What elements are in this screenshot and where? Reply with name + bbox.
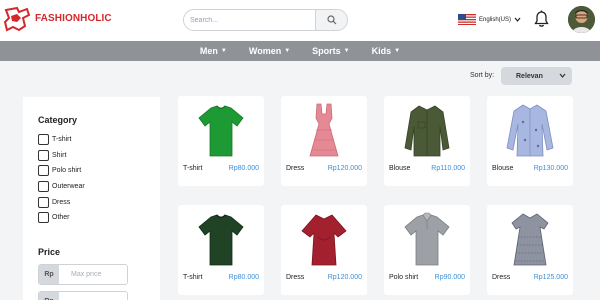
- checkbox[interactable]: [38, 196, 49, 208]
- product-card[interactable]: T-shirt Rp80.000: [178, 96, 264, 186]
- category-option[interactable]: T-shirt: [38, 133, 71, 145]
- product-price: Rp80.000: [228, 274, 259, 281]
- price-field: Rp: [38, 291, 128, 300]
- currency-prefix: Rp: [39, 292, 59, 300]
- checkbox[interactable]: [38, 164, 49, 176]
- olive-blouse-image: [404, 105, 450, 157]
- search-input[interactable]: [190, 13, 315, 27]
- product-price: Rp110.000: [431, 165, 465, 172]
- product-name: T-shirt: [183, 274, 203, 281]
- top-header: FASHIONHOLIC English(US): [0, 0, 600, 41]
- product-name: T-shirt: [183, 165, 203, 172]
- nav-item-sports[interactable]: Sports ▼: [301, 41, 360, 61]
- avatar-photo: [568, 6, 595, 33]
- product-name: Blouse: [389, 165, 411, 172]
- caret-down-icon: ▼: [220, 48, 227, 54]
- product-card[interactable]: Blouse Rp110.000: [384, 96, 470, 186]
- nav-item-women[interactable]: Women ▼: [238, 41, 301, 61]
- product-name: Dress: [492, 274, 511, 281]
- product-price: Rp125.000: [533, 274, 568, 281]
- product-card[interactable]: Dress Rp120.000: [281, 205, 367, 295]
- category-title: Category: [38, 115, 78, 125]
- green-tshirt-image: [198, 105, 244, 157]
- category-option[interactable]: Polo shirt: [38, 164, 81, 176]
- product-card[interactable]: T-shirt Rp80.000: [178, 205, 264, 295]
- blue-blouse-image: [506, 104, 554, 157]
- product-price: Rp120.000: [327, 274, 362, 281]
- caret-down-icon: ▼: [343, 48, 350, 54]
- category-option[interactable]: Shirt: [38, 149, 66, 161]
- product-price: Rp80.000: [228, 165, 259, 172]
- checkbox[interactable]: [38, 133, 49, 145]
- product-name: Dress: [286, 274, 305, 281]
- category-option[interactable]: Outerwear: [38, 180, 85, 192]
- product-name: Blouse: [492, 165, 514, 172]
- chevron-down-icon: [559, 73, 566, 78]
- us-flag-icon: [458, 14, 476, 25]
- search-icon: [326, 15, 336, 25]
- search-button[interactable]: [315, 10, 347, 30]
- pink-dress-image: [309, 103, 339, 157]
- patterned-dress-image: [511, 213, 549, 266]
- filter-sidebar: Category T-shirt Shirt Polo shirt Outerw…: [23, 97, 160, 300]
- grey-polo-image: [404, 212, 450, 266]
- dark-green-tshirt-image: [198, 214, 244, 266]
- product-price: Rp130.000: [533, 165, 568, 172]
- checkbox[interactable]: [38, 180, 49, 192]
- search-bar: [183, 9, 348, 31]
- product-card[interactable]: Polo shirt Rp90.000: [384, 205, 470, 295]
- language-label: English(US): [479, 16, 512, 23]
- product-price: Rp120.000: [327, 165, 362, 172]
- sort-value: Relevan: [516, 72, 543, 80]
- bell-icon[interactable]: [534, 10, 549, 28]
- product-name: Dress: [286, 165, 305, 172]
- red-dress-image: [301, 214, 347, 266]
- sort-label: Sort by:: [470, 72, 495, 79]
- product-card[interactable]: Dress Rp125.000: [487, 205, 573, 295]
- price-title: Price: [38, 247, 61, 257]
- caret-down-icon: ▼: [394, 48, 401, 54]
- user-avatar[interactable]: [568, 6, 595, 33]
- brand-logo-icon[interactable]: [3, 6, 31, 32]
- checkbox[interactable]: [38, 211, 49, 223]
- product-card[interactable]: Dress Rp120.000: [281, 96, 367, 186]
- product-card[interactable]: Blouse Rp130.000: [487, 96, 573, 186]
- max-price-input[interactable]: [59, 265, 127, 284]
- product-price: Rp90.000: [434, 274, 465, 281]
- max-price-field: Rp: [38, 264, 128, 285]
- nav-item-men[interactable]: Men ▼: [189, 41, 238, 61]
- checkbox[interactable]: [38, 149, 49, 161]
- category-nav: Men ▼ Women ▼ Sports ▼ Kids ▼: [0, 41, 600, 61]
- category-option[interactable]: Other: [38, 211, 70, 223]
- sort-dropdown[interactable]: Relevan: [501, 67, 572, 85]
- product-name: Polo shirt: [389, 274, 419, 281]
- currency-prefix: Rp: [39, 265, 59, 284]
- price-input[interactable]: [59, 292, 127, 300]
- nav-item-kids[interactable]: Kids ▼: [361, 41, 411, 61]
- category-option[interactable]: Dress: [38, 196, 70, 208]
- brand-name[interactable]: FASHIONHOLIC: [35, 13, 112, 24]
- caret-down-icon: ▼: [284, 48, 291, 54]
- language-selector[interactable]: English(US): [458, 14, 521, 25]
- chevron-down-icon: [514, 17, 521, 22]
